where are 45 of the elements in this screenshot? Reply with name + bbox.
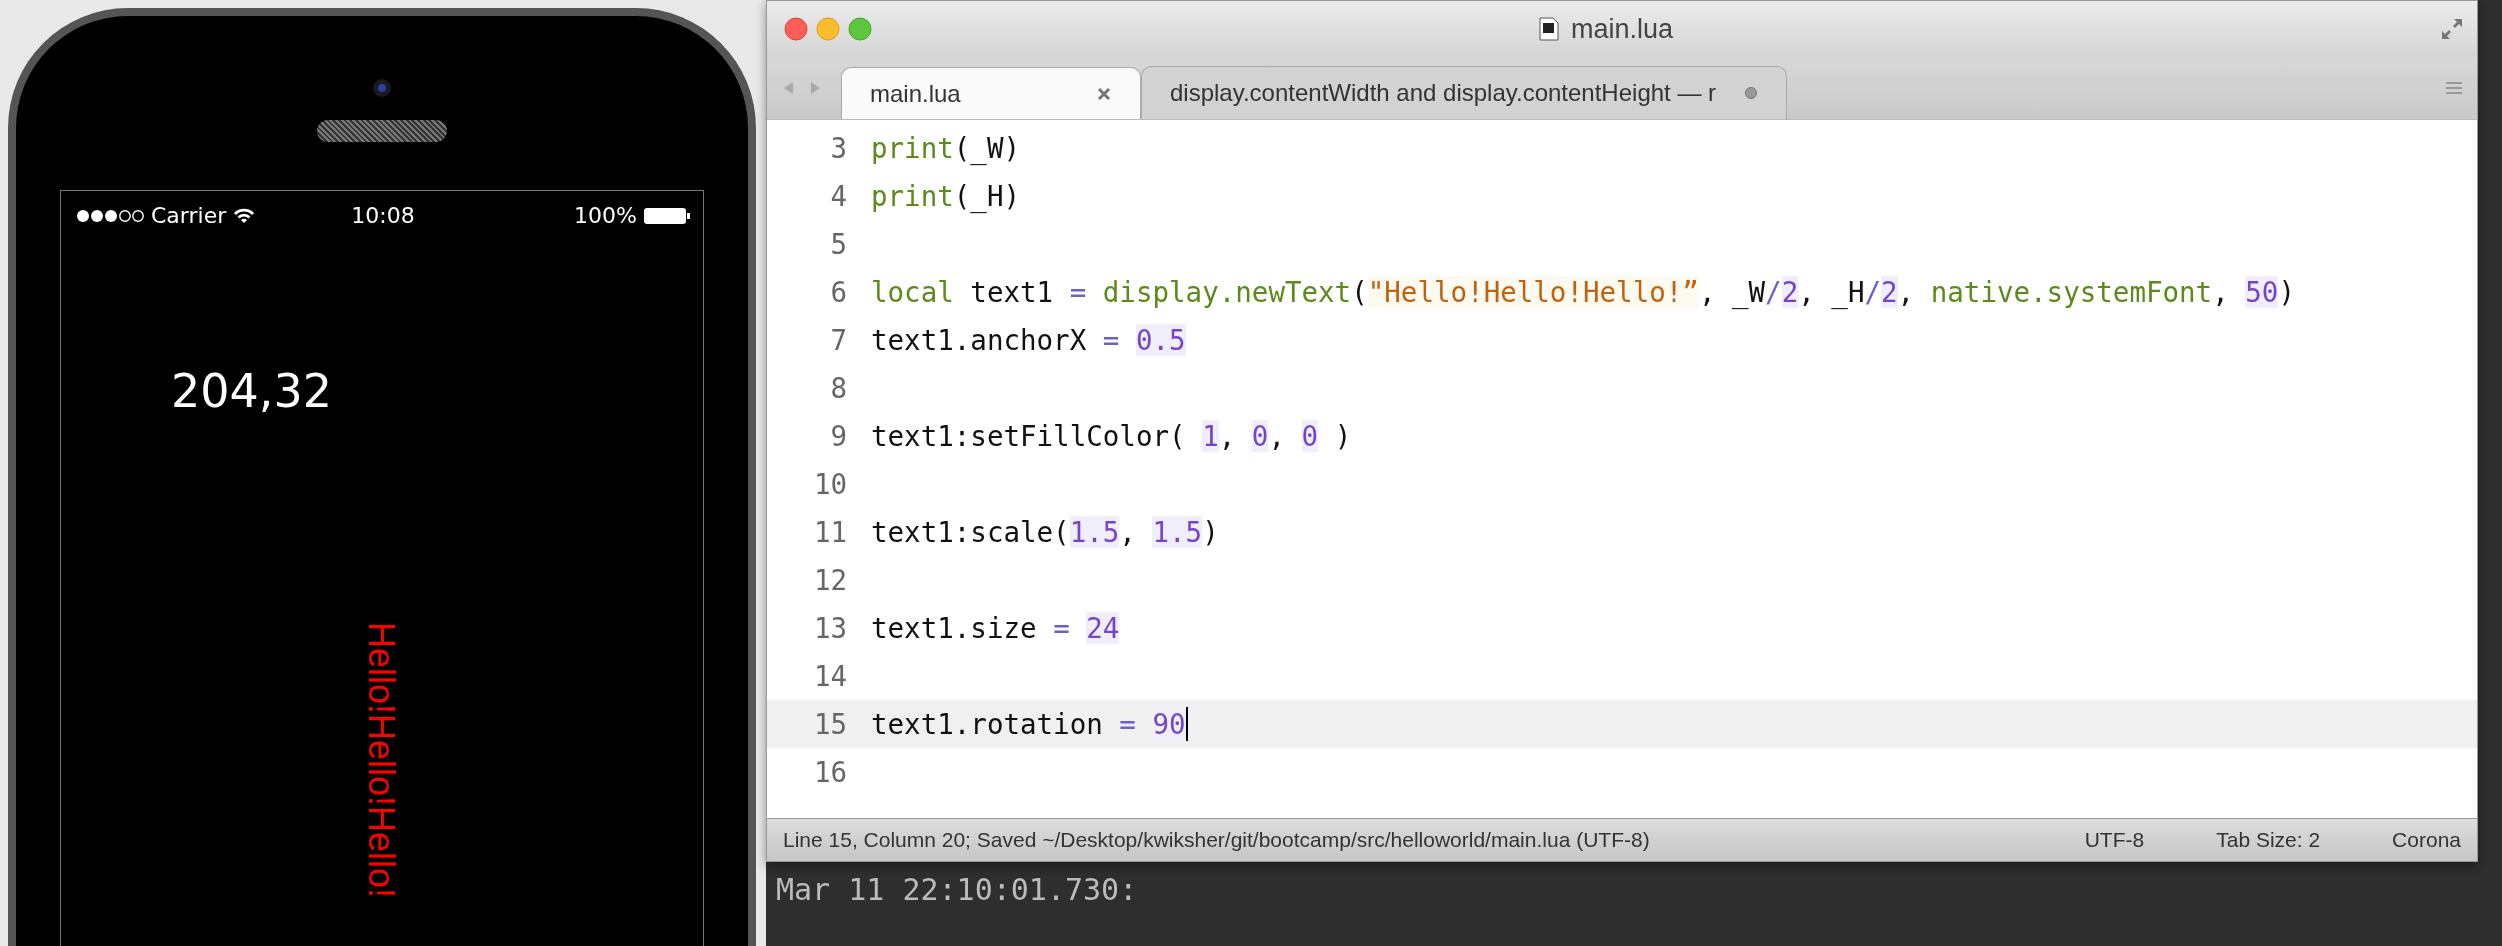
fullscreen-icon[interactable]: [2439, 16, 2465, 42]
code-line: print(_H): [871, 180, 1021, 212]
encoding-label[interactable]: UTF-8: [2084, 828, 2145, 852]
close-icon[interactable]: [1096, 85, 1112, 102]
line-number: 12: [812, 564, 847, 596]
line-number: 9: [829, 420, 847, 452]
code-line: local text1 = display.newText("Hello!Hello!Hello!”, _W/2, _H/2, native.systemFont, 50): [871, 276, 2295, 308]
battery-icon: [643, 206, 691, 225]
line-number: 11: [812, 516, 847, 548]
editor-tab[interactable]: display.contentWidth and display.contentHeight — r: [1141, 66, 1788, 119]
line-number: 14: [812, 660, 847, 692]
battery-percent: 100%: [574, 203, 637, 228]
app-label: 204,32: [171, 364, 333, 418]
code-line: text1:scale(1.5, 1.5): [871, 516, 1219, 548]
code-line: text1:setFillColor( 1, 0, 0 ): [871, 420, 1352, 452]
editor-tab[interactable]: main.lua: [841, 67, 1141, 119]
app-label: Hello!Hello!Hello!: [360, 622, 402, 901]
line-number: 8: [829, 372, 847, 404]
line-number: 15: [812, 708, 847, 740]
carrier-label: Carrier: [151, 203, 227, 228]
menu-icon[interactable]: [2445, 81, 2463, 95]
window-title: main.lua: [1570, 13, 1674, 45]
line-number: 3: [829, 132, 847, 164]
line-number: 5: [829, 228, 847, 260]
line-number: 13: [812, 612, 847, 644]
code-line: text1.rotation = 90: [871, 707, 1188, 741]
window-controls-icon[interactable]: [783, 16, 873, 42]
line-number: 16: [812, 756, 847, 788]
tab-size-label[interactable]: Tab Size: 2: [2216, 828, 2321, 852]
status-message: Line 15, Column 20; Saved ~/Desktop/kwiksher/git/bootcamp/src/helloworld/main.lua (UTF-8): [783, 828, 1651, 852]
file-icon: [1538, 17, 1559, 41]
line-number: 6: [829, 276, 847, 308]
line-number: 4: [829, 180, 847, 212]
syntax-label[interactable]: Corona: [2392, 828, 2461, 852]
line-number: 7: [829, 324, 847, 356]
signal-dots-icon: [75, 207, 145, 224]
code-line: text1.anchorX = 0.5: [871, 324, 1186, 356]
unsaved-dot-icon: [1744, 86, 1759, 100]
console-line: Mar 11 22:10:01.730:: [776, 872, 1139, 907]
line-number: 10: [812, 468, 847, 500]
clock-label: 10:08: [351, 203, 415, 228]
camera-icon: [372, 78, 392, 98]
code-line: print(_W): [871, 132, 1021, 164]
code-line: text1.size = 24: [871, 612, 1120, 644]
text-caret: [1185, 707, 1188, 741]
